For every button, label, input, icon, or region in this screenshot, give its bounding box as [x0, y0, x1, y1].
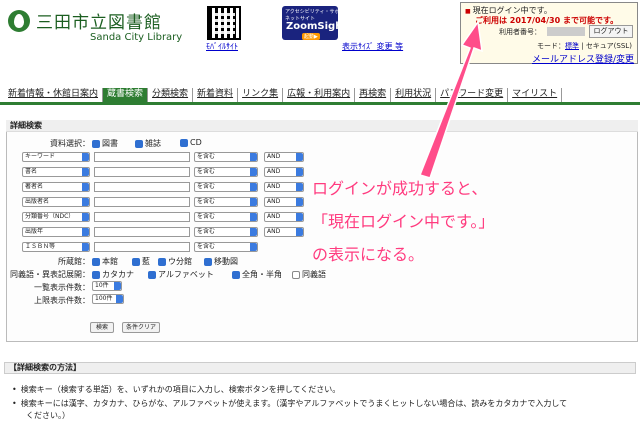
annotation-line-3: の表示になる。	[312, 245, 425, 264]
annotation-line-2: 「現在ログイン中です。」	[312, 212, 495, 231]
annotation-line-1: ログインが成功すると、	[312, 179, 488, 198]
